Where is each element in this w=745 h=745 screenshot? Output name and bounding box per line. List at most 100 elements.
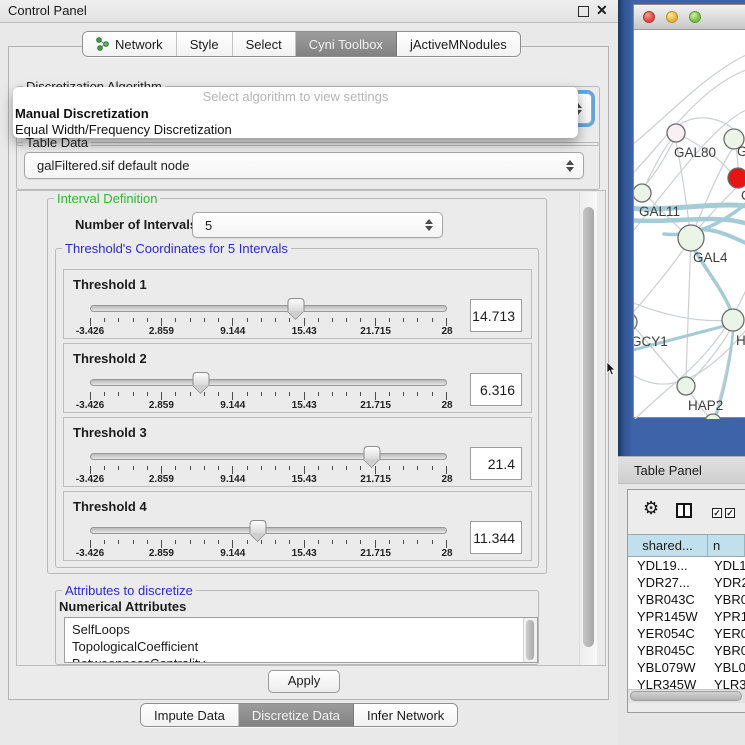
split-table-icon[interactable] [676,503,692,518]
numerical-attributes-label: Numerical Attributes [59,599,186,614]
attributes-group: Attributes to discretize Numerical Attri… [55,590,539,665]
apply-button[interactable]: Apply [268,670,340,693]
tab-jactivemnodules[interactable]: jActiveMNodules [397,32,520,56]
threshold-slider[interactable]: -3.4262.8599.14415.4321.71528 [90,492,447,562]
network-node[interactable] [667,124,685,142]
slider-track[interactable] [90,305,447,312]
table-row[interactable]: YDL19...YDL1 [628,557,745,574]
table-row[interactable]: YDR27...YDR2 [628,574,745,591]
node-label: HAP2 [688,398,723,413]
network-canvas[interactable]: GAL80GAL4GAL11GCY1HAP2HGC [634,30,745,419]
threshold-value-field[interactable]: 21.4 [470,447,522,480]
threshold-slider[interactable]: -3.4262.8599.14415.4321.71528 [90,344,447,414]
network-svg: GAL80GAL4GAL11GCY1HAP2HGC [634,30,745,419]
table-panel-window: ⚙ ✓ ✓ shared... n YDL19...YDL1YDR27...YD… [627,489,745,713]
list-item[interactable]: SelfLoops [72,621,537,638]
bottom-tabs: Impute Data Discretize Data Infer Networ… [140,703,458,727]
algorithm-popup: Select algorithm to view settings Manual… [13,87,578,138]
threshold-value-field[interactable]: 6.316 [470,373,522,406]
panel-title: Control Panel [8,3,87,18]
slider-thumb[interactable] [192,372,209,393]
list-item[interactable]: TopologicalCoefficient [72,638,537,655]
scrollbar-thumb[interactable] [583,207,594,647]
threshold-slider[interactable]: -3.4262.8599.14415.4321.71528 [90,270,447,340]
table-row[interactable]: YBL079WYBL0 [628,659,745,676]
tab-label: Select [246,37,282,52]
network-node[interactable] [678,225,704,251]
network-icon [96,37,109,51]
table-data-selected-value: galFiltered.sif default node [37,158,189,173]
tab-style[interactable]: Style [177,32,233,56]
numerical-attributes-list[interactable]: SelfLoops TopologicalCoefficient Between… [64,617,538,663]
group-title: Attributes to discretize [62,583,196,598]
table-panel-titlebar: Table Panel [618,456,745,484]
list-scrollbar[interactable] [523,618,537,662]
tab-select[interactable]: Select [233,32,296,56]
checkbox-icon[interactable]: ✓ [712,508,722,518]
node-label: GAL11 [639,204,680,219]
threshold-row: Threshold 1 -3.4262.8599.14415.4321.7152… [63,269,532,339]
tab-network[interactable]: Network [83,32,177,56]
table-rows: YDL19...YDL1YDR27...YDR2YBR043CYBR0YPR14… [628,557,745,690]
threshold-row: Threshold 3 -3.4262.8599.14415.4321.7152… [63,417,532,487]
slider-thumb[interactable] [249,520,266,541]
gear-icon[interactable]: ⚙ [643,498,659,519]
group-title: Interval Definition [54,191,160,206]
table-row[interactable]: YER054CYER0 [628,625,745,642]
network-node[interactable] [634,184,651,202]
table-row[interactable]: YLR345WYLR3 [628,676,745,690]
threshold-value-field[interactable]: 11.344 [470,521,522,554]
node-label: H [736,333,745,348]
tab-label: Impute Data [154,708,225,723]
tab-impute-data[interactable]: Impute Data [141,704,239,726]
minimize-window-icon[interactable] [666,11,678,23]
tab-infer-network[interactable]: Infer Network [354,704,457,726]
network-window-titlebar[interactable] [634,5,745,30]
table-header: shared... n [628,534,745,557]
network-node[interactable] [677,377,695,395]
table-panel-title: Table Panel [634,463,702,478]
close-panel-icon[interactable]: ✕ [596,2,608,19]
column-header-shared-name[interactable]: shared... [628,535,708,556]
slider-thumb[interactable] [288,298,305,319]
network-node[interactable] [728,168,745,188]
table-row[interactable]: YBR045CYBR0 [628,642,745,659]
combo-stepper-icon [566,160,574,172]
column-header-name[interactable]: n [708,535,745,556]
horizontal-scrollbar[interactable] [628,689,745,703]
number-of-intervals-select[interactable]: 5 [192,212,443,238]
vertical-scrollbar[interactable] [579,192,597,665]
node-label: C [741,188,745,203]
popup-prompt: Select algorithm to view settings [13,87,578,106]
threshold-value-field[interactable]: 14.713 [470,299,522,332]
number-of-intervals-value: 5 [205,218,212,233]
scrollbar-thumb[interactable] [526,620,534,660]
tab-label: jActiveMNodules [410,37,507,52]
close-window-icon[interactable] [643,11,655,23]
scrollbar-thumb[interactable] [630,691,742,701]
slider-tick-labels: -3.4262.8599.14415.4321.71528 [90,548,447,560]
threshold-slider[interactable]: -3.4262.8599.14415.4321.71528 [90,418,447,488]
table-row[interactable]: YPR145WYPR1 [628,608,745,625]
popup-item-equal-width-frequency[interactable]: Equal Width/Frequency Discretization [13,122,578,138]
popup-item-manual-discretization[interactable]: Manual Discretization [13,106,578,122]
slider-tick-labels: -3.4262.8599.14415.4321.71528 [90,326,447,338]
table-row[interactable]: YBR043CYBR0 [628,591,745,608]
zoom-window-icon[interactable] [689,11,701,23]
network-node[interactable] [722,309,744,331]
table-data-select[interactable]: galFiltered.sif default node [24,152,584,179]
slider-tick-labels: -3.4262.8599.14415.4321.71528 [90,474,447,486]
slider-track[interactable] [90,379,447,386]
float-window-icon[interactable] [578,6,589,17]
slider-track[interactable] [90,527,447,534]
tab-label: Style [190,37,219,52]
tab-discretize-data[interactable]: Discretize Data [239,704,354,726]
threshold-row: Threshold 2 -3.4262.8599.14415.4321.7152… [63,343,532,413]
checkbox-icon[interactable]: ✓ [725,508,735,518]
list-item[interactable]: BetweennessCentrality [72,655,537,663]
slider-thumb[interactable] [364,446,381,467]
tab-label: Infer Network [367,708,444,723]
tab-cyni-toolbox[interactable]: Cyni Toolbox [296,32,397,56]
mouse-cursor [606,362,616,379]
slider-track[interactable] [90,453,447,460]
